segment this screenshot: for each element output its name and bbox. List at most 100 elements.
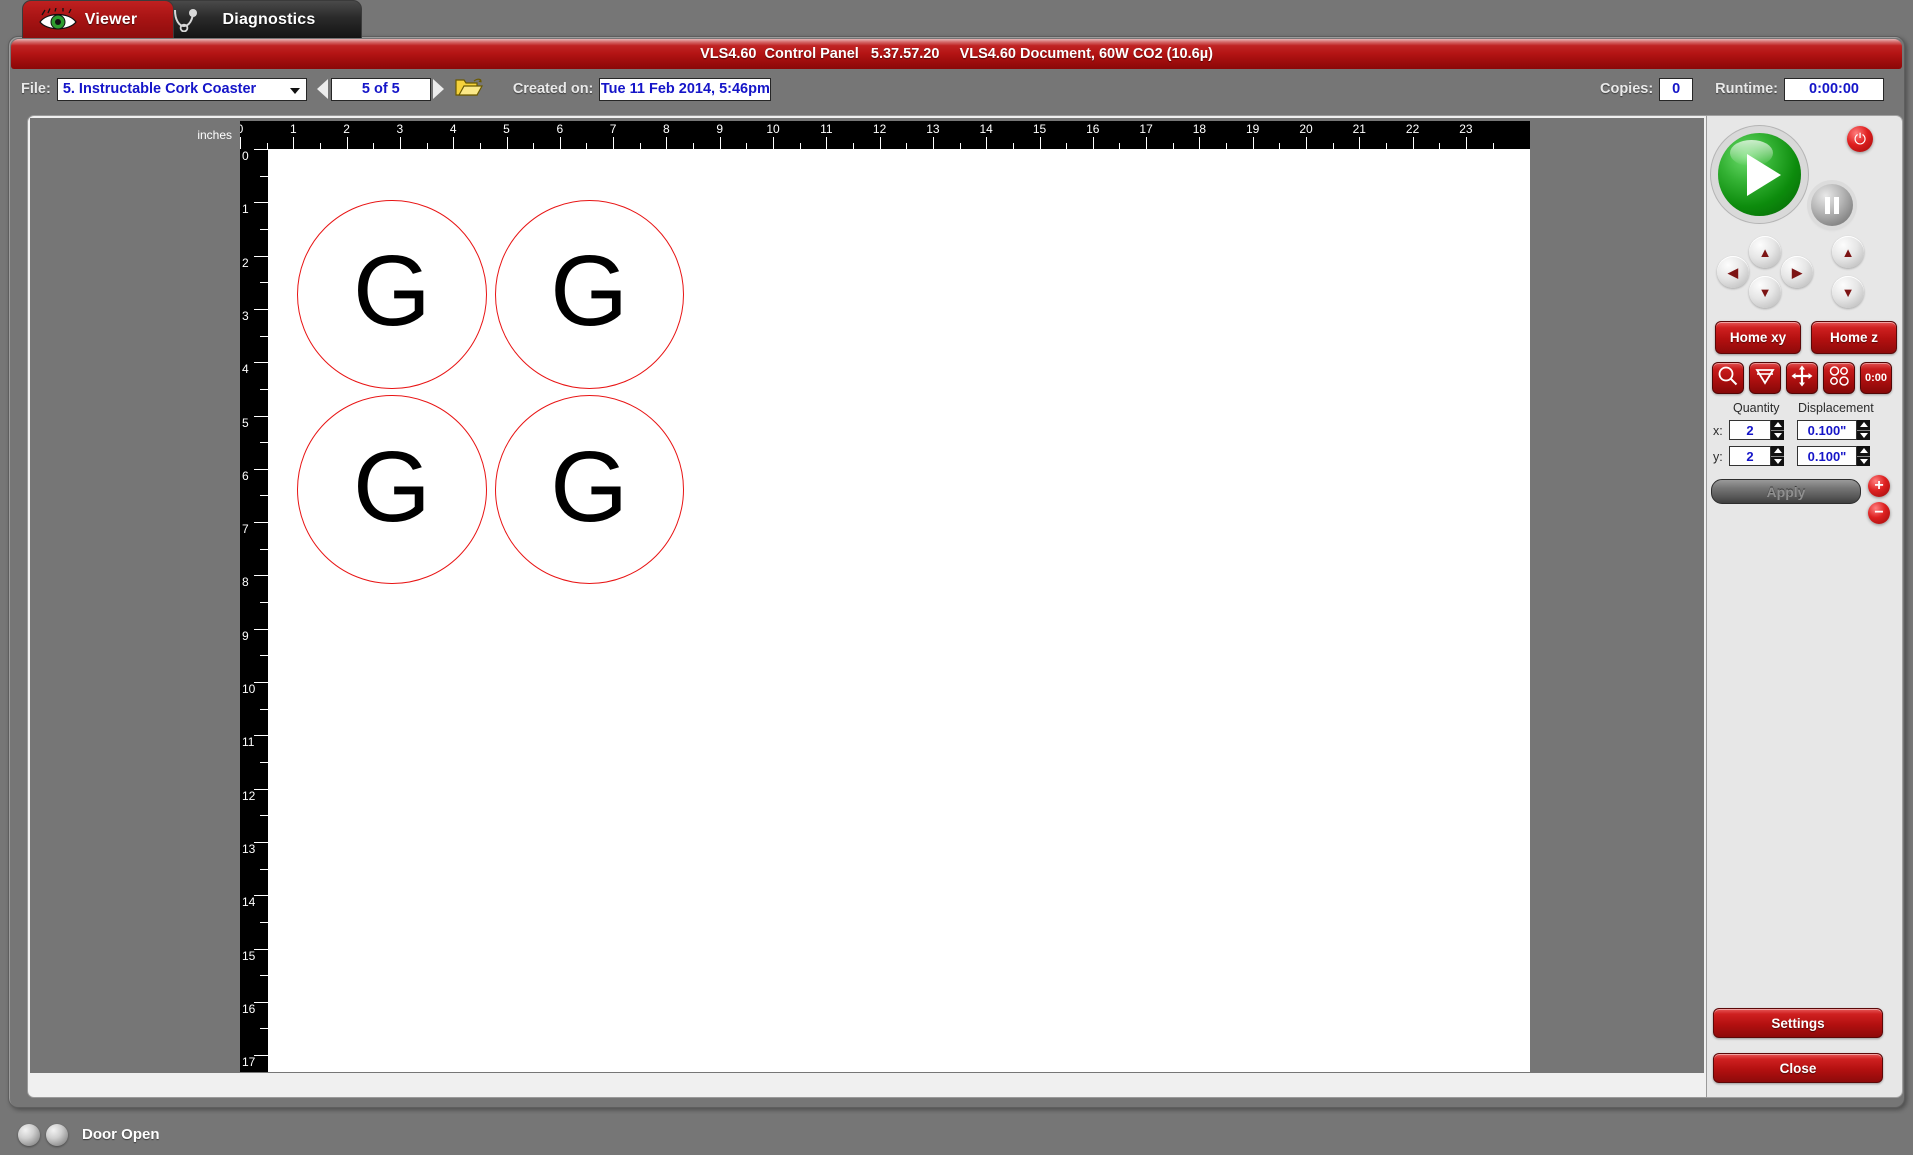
quantity-x-input[interactable]: 2 bbox=[1729, 420, 1771, 440]
add-button[interactable]: + bbox=[1868, 475, 1890, 497]
ruler-tick-label: 13 bbox=[242, 841, 256, 856]
ruler-tick-major bbox=[666, 137, 668, 149]
next-file-button[interactable] bbox=[431, 78, 447, 100]
ruler-tick-label: 11 bbox=[242, 735, 255, 750]
indicator-led-left bbox=[18, 1123, 40, 1146]
ruler-tick-label: 2 bbox=[242, 255, 249, 270]
ruler-tick-label: 2 bbox=[343, 122, 350, 136]
close-button[interactable]: Close bbox=[1713, 1053, 1883, 1083]
plus-circle-icon: + bbox=[1874, 477, 1884, 494]
ruler-tick-label: 17 bbox=[242, 1055, 256, 1070]
title-bar-text: VLS4.60 Control Panel 5.37.57.20 VLS4.60… bbox=[700, 46, 1213, 62]
move-arrows-icon bbox=[1791, 365, 1813, 392]
ruler-tick-label: 7 bbox=[609, 122, 617, 136]
stepper-down-icon[interactable] bbox=[1857, 456, 1870, 466]
home-xy-button[interactable]: Home xy bbox=[1715, 321, 1801, 354]
select-objects-button[interactable] bbox=[1823, 362, 1855, 394]
jog-right-button[interactable]: ▶ bbox=[1781, 256, 1813, 288]
coaster-top-right[interactable]: G bbox=[494, 199, 684, 389]
ruler-tick-major bbox=[1092, 137, 1094, 149]
remove-button[interactable]: − bbox=[1868, 502, 1890, 524]
z-up-button[interactable]: ▲ bbox=[1832, 236, 1864, 268]
units-label: inches bbox=[197, 128, 232, 142]
displacement-y-input[interactable]: 0.100" bbox=[1797, 446, 1857, 466]
stepper-up-icon[interactable] bbox=[1771, 446, 1784, 457]
settings-button[interactable]: Settings bbox=[1713, 1008, 1883, 1038]
home-xy-label: Home xy bbox=[1729, 330, 1787, 345]
estimate-time-button[interactable]: 0:00 bbox=[1860, 362, 1892, 394]
title-bar: VLS4.60 Control Panel 5.37.57.20 VLS4.60… bbox=[11, 39, 1902, 69]
ruler-tick-label: 12 bbox=[872, 122, 887, 136]
page-indicator: 5 of 5 bbox=[330, 77, 431, 101]
coaster-bottom-left[interactable]: G bbox=[297, 395, 487, 585]
ruler-tick-major bbox=[1252, 137, 1254, 149]
ruler-tick-label: 19 bbox=[1246, 122, 1260, 136]
run-button[interactable] bbox=[1718, 133, 1801, 216]
ruler-tick-minor bbox=[260, 708, 268, 710]
jog-left-button[interactable]: ◀ bbox=[1717, 256, 1749, 288]
chevron-down-icon: ▼ bbox=[1758, 284, 1772, 300]
ruler-tick-major bbox=[1359, 137, 1361, 149]
ruler-tick-label: 16 bbox=[1086, 122, 1100, 136]
focus-view-button[interactable] bbox=[1712, 362, 1744, 394]
stepper-down-icon[interactable] bbox=[1771, 456, 1784, 466]
chevron-right-icon: ▶ bbox=[1792, 264, 1802, 280]
work-area[interactable]: GGGG bbox=[268, 149, 1530, 1072]
ruler-tick-label: 10 bbox=[242, 682, 256, 696]
quantity-y-stepper[interactable] bbox=[1771, 446, 1784, 466]
coaster-bottom-right[interactable]: G bbox=[494, 395, 684, 585]
displacement-x-input[interactable]: 0.100" bbox=[1797, 420, 1857, 440]
relocate-button[interactable] bbox=[1786, 362, 1818, 394]
previous-file-button[interactable] bbox=[315, 78, 331, 100]
jog-down-button[interactable]: ▼ bbox=[1749, 276, 1781, 308]
z-down-button[interactable]: ▼ bbox=[1832, 276, 1864, 308]
ruler-tick-minor bbox=[260, 442, 268, 444]
ruler-tick-minor bbox=[260, 602, 268, 604]
copies-field[interactable]: 0 bbox=[1659, 77, 1694, 101]
vertical-ruler: 0 1 2 3 4 5 6 7 8 9 10 11 12 13 14 15 16 17 bbox=[240, 149, 268, 1072]
ruler-tick-major bbox=[254, 522, 268, 524]
power-icon: ⏻ bbox=[1854, 130, 1866, 148]
tab-viewer[interactable]: Viewer bbox=[22, 0, 174, 38]
objects-icon bbox=[1828, 365, 1850, 392]
open-file-button[interactable] bbox=[455, 76, 483, 103]
ruler-tick-label: 14 bbox=[979, 122, 993, 136]
jog-up-button[interactable]: ▲ bbox=[1749, 236, 1781, 268]
coaster-top-left[interactable]: G bbox=[297, 199, 487, 389]
open-folder-icon bbox=[455, 76, 483, 103]
created-on-value: Tue 11 Feb 2014, 5:46pm bbox=[599, 77, 772, 101]
quantity-y-input[interactable]: 2 bbox=[1729, 446, 1771, 466]
quantity-header: Quantity bbox=[1733, 401, 1780, 415]
ruler-tick-minor bbox=[260, 282, 268, 284]
ruler-tick-minor bbox=[260, 761, 268, 763]
power-button[interactable]: ⏻ bbox=[1847, 126, 1873, 152]
apply-button[interactable]: Apply bbox=[1711, 479, 1861, 504]
focus-tool-button[interactable] bbox=[1749, 362, 1781, 394]
xy-jog-pad: ▲ ◀ ▶ ▼ bbox=[1717, 236, 1813, 308]
pause-icon bbox=[1825, 196, 1839, 214]
close-label: Close bbox=[1779, 1060, 1817, 1076]
file-select[interactable]: 5. Instructable Cork Coaster bbox=[56, 77, 307, 101]
ruler-tick-major bbox=[254, 149, 268, 150]
tab-diagnostics[interactable]: Diagnostics bbox=[150, 0, 362, 38]
stepper-down-icon[interactable] bbox=[1771, 430, 1784, 440]
stepper-up-icon[interactable] bbox=[1771, 420, 1784, 431]
displacement-y-stepper[interactable] bbox=[1857, 446, 1870, 466]
ruler-tick-label: 14 bbox=[242, 895, 256, 910]
home-z-button[interactable]: Home z bbox=[1811, 321, 1897, 354]
minus-circle-icon: − bbox=[1874, 504, 1884, 521]
ruler-tick-major bbox=[826, 137, 828, 149]
ruler-tick-label: 15 bbox=[242, 948, 256, 963]
stepper-up-icon[interactable] bbox=[1857, 446, 1870, 457]
stepper-up-icon[interactable] bbox=[1857, 420, 1870, 431]
status-bar: Door Open bbox=[0, 1114, 1913, 1155]
pause-button[interactable] bbox=[1811, 184, 1853, 226]
toolbar: File: 5. Instructable Cork Coaster 5 of … bbox=[11, 71, 1902, 107]
quantity-x-stepper[interactable] bbox=[1771, 420, 1784, 440]
displacement-header: Displacement bbox=[1798, 401, 1874, 415]
ruler-tick-major bbox=[254, 841, 268, 843]
stepper-down-icon[interactable] bbox=[1857, 430, 1870, 440]
displacement-x-stepper[interactable] bbox=[1857, 420, 1870, 440]
ruler-tick-label: 18 bbox=[1192, 122, 1207, 136]
chevron-down-icon: ▼ bbox=[1841, 284, 1855, 300]
